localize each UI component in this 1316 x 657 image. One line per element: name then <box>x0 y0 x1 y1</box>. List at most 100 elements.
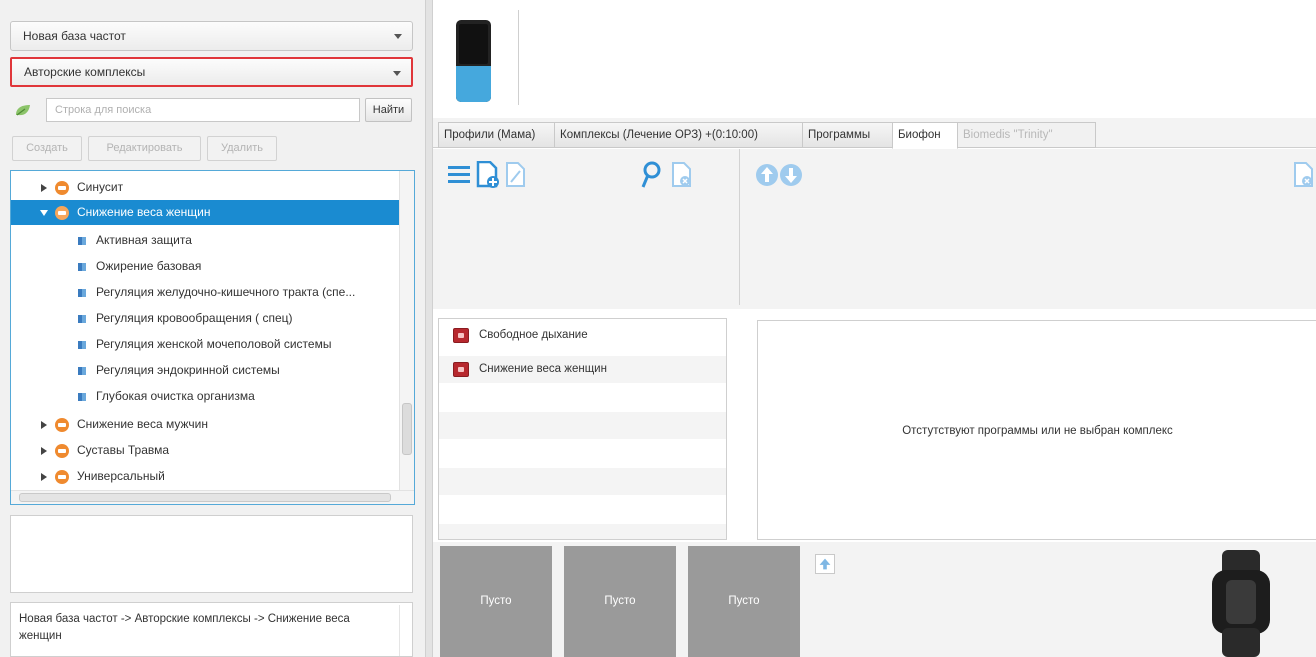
tree-child-label: Регуляция эндокринной системы <box>96 363 280 377</box>
database-select[interactable]: Новая база частот <box>10 21 413 51</box>
device-phone-icon[interactable] <box>456 20 491 102</box>
complex-list[interactable]: Свободное дыхание Снижение веса женщин <box>438 318 727 540</box>
slot-3[interactable]: Пусто <box>688 546 800 657</box>
program-icon <box>78 237 86 245</box>
list-item-empty <box>439 384 726 411</box>
tab-programs[interactable]: Программы <box>802 122 893 148</box>
tree-child-label: Регуляция кровообращения ( спец) <box>96 311 293 325</box>
tree-item-selected[interactable]: Снижение веса женщин <box>11 200 399 225</box>
expand-arrow-icon[interactable] <box>41 184 47 192</box>
complex-tree[interactable]: Синусит Снижение веса женщин Активная за… <box>10 170 415 505</box>
tree-vertical-scrollbar[interactable] <box>399 171 414 491</box>
tree-item[interactable]: Суставы Травма <box>11 438 399 463</box>
expand-arrow-icon[interactable] <box>41 473 47 481</box>
tab-profiles[interactable]: Профили (Мама) <box>438 122 555 148</box>
tree-horizontal-scrollbar[interactable] <box>11 490 414 504</box>
tree-child[interactable]: Регуляция эндокринной системы <box>11 358 399 383</box>
list-item[interactable]: Снижение веса женщин <box>439 356 726 383</box>
folder-circle-icon <box>55 206 69 220</box>
right-panel: Профили (Мама) Комплексы (Лечение ОРЗ) +… <box>433 0 1316 657</box>
key-icon[interactable] <box>640 161 662 189</box>
splitter[interactable] <box>425 0 433 657</box>
device-area <box>433 0 1316 113</box>
list-item-empty <box>439 440 726 467</box>
tree-child-label: Активная защита <box>96 233 192 247</box>
search-row: Найти <box>12 98 412 124</box>
leaf-icon[interactable] <box>14 103 32 118</box>
tree-item[interactable]: Универсальный <box>11 464 399 489</box>
tree-child-label: Ожирение базовая <box>96 259 202 273</box>
app-window: Новая база частот Авторские комплексы На… <box>0 0 1316 657</box>
tree-child[interactable]: Глубокая очистка организма <box>11 384 399 409</box>
divider <box>739 149 740 305</box>
tree-child[interactable]: Регуляция желудочно-кишечного тракта (сп… <box>11 280 399 305</box>
scroll-thumb[interactable] <box>19 493 391 502</box>
tab-biofon[interactable]: Биофон <box>892 122 958 149</box>
tree-item-label: Снижение веса женщин <box>77 205 211 219</box>
folder-circle-icon <box>55 181 69 195</box>
tab-bar: Профили (Мама) Комплексы (Лечение ОРЗ) +… <box>433 118 1316 149</box>
empty-message: Отстутствуют программы или не выбран ком… <box>902 425 1173 437</box>
scroll-thumb[interactable] <box>402 403 412 455</box>
delete-file-icon[interactable] <box>671 162 693 188</box>
complex-icon <box>453 362 469 377</box>
tree-child[interactable]: Активная защита <box>11 228 399 253</box>
toolbar <box>433 149 1316 309</box>
complex-icon <box>453 328 469 343</box>
list-item-empty <box>439 524 726 539</box>
tree-child-label: Глубокая очистка организма <box>96 389 255 403</box>
program-icon <box>78 341 86 349</box>
list-item-empty <box>439 412 726 439</box>
slot-2[interactable]: Пусто <box>564 546 676 657</box>
folder-circle-icon <box>55 444 69 458</box>
category-select[interactable]: Авторские комплексы <box>10 57 413 87</box>
description-box[interactable] <box>10 515 413 593</box>
tree-item-label: Суставы Травма <box>77 443 170 457</box>
tab-complexes[interactable]: Комплексы (Лечение ОРЗ) +(0:10:00) <box>554 122 803 148</box>
list-item-label: Снижение веса женщин <box>479 363 607 375</box>
divider <box>518 10 519 105</box>
program-icon <box>78 263 86 271</box>
breadcrumb: Новая база частот -> Авторские комплексы… <box>10 602 413 657</box>
upload-icon[interactable] <box>815 554 835 574</box>
edit-button[interactable]: Редактировать <box>88 136 201 161</box>
search-input[interactable] <box>46 98 360 122</box>
slot-area: Пусто Пусто Пусто <box>433 542 1316 657</box>
tab-biomedis-trinity[interactable]: Biomedis "Trinity" <box>957 122 1096 148</box>
tree-item[interactable]: Синусит <box>11 175 399 200</box>
tree-child[interactable]: Ожирение базовая <box>11 254 399 279</box>
program-icon <box>78 315 86 323</box>
create-button[interactable]: Создать <box>12 136 82 161</box>
delete-file-icon[interactable] <box>1293 162 1315 188</box>
tree-child[interactable]: Регуляция женской мочеполовой системы <box>11 332 399 357</box>
program-icon <box>78 367 86 375</box>
add-file-icon[interactable] <box>475 161 501 189</box>
tree-item-label: Снижение веса мужчин <box>77 417 208 431</box>
tree-item-label: Синусит <box>77 180 124 194</box>
breadcrumb-text: Новая база частот -> Авторские комплексы… <box>19 613 350 642</box>
expand-arrow-icon[interactable] <box>41 447 47 455</box>
edit-file-icon[interactable] <box>505 162 527 188</box>
list-item-empty <box>439 496 726 523</box>
device-screen <box>459 24 488 64</box>
breadcrumb-scrollbar[interactable] <box>399 605 410 656</box>
delete-button[interactable]: Удалить <box>207 136 277 161</box>
category-select-value: Авторские комплексы <box>24 65 146 79</box>
tree-child-label: Регуляция желудочно-кишечного тракта (сп… <box>96 285 356 299</box>
move-up-down-icons[interactable] <box>755 161 803 189</box>
collapse-arrow-icon[interactable] <box>40 210 48 216</box>
tree-item-label: Универсальный <box>77 469 165 483</box>
list-item-label: Свободное дыхание <box>479 329 588 341</box>
chevron-down-icon <box>393 71 401 76</box>
folder-circle-icon <box>55 418 69 432</box>
slot-1[interactable]: Пусто <box>440 546 552 657</box>
tree-child[interactable]: Регуляция кровообращения ( спец) <box>11 306 399 331</box>
tree-item[interactable]: Снижение веса мужчин <box>11 412 399 437</box>
program-icon <box>78 393 86 401</box>
find-button[interactable]: Найти <box>365 98 412 122</box>
expand-arrow-icon[interactable] <box>41 421 47 429</box>
device-bracelet-icon[interactable] <box>1202 550 1280 657</box>
list-item[interactable]: Свободное дыхание <box>439 322 726 349</box>
program-panel: Отстутствуют программы или не выбран ком… <box>757 320 1316 540</box>
menu-icon[interactable] <box>447 164 471 186</box>
